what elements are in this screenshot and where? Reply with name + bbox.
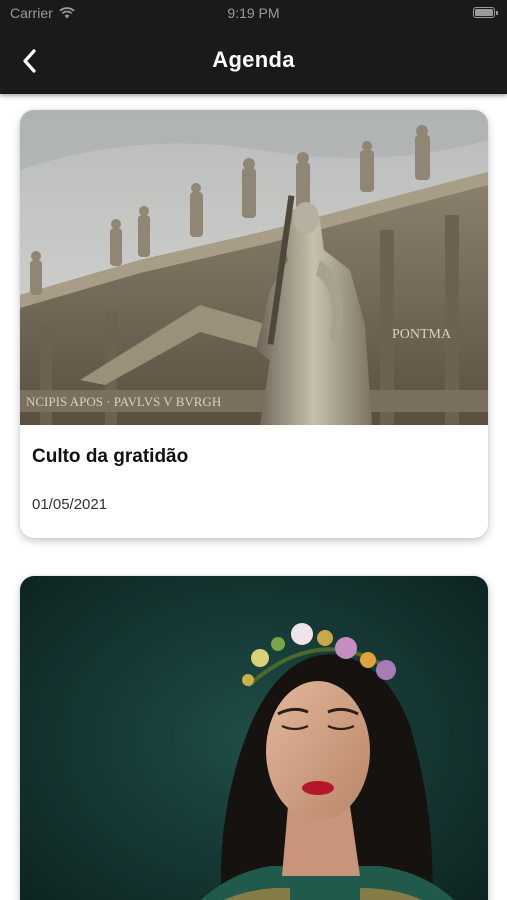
status-time: 9:19 PM	[227, 5, 280, 21]
event-card[interactable]: NCIPIS APOS · PAVLVS V BVRGH PONTMA Cult…	[20, 110, 488, 538]
event-image: NCIPIS APOS · PAVLVS V BVRGH PONTMA	[20, 110, 488, 425]
event-card[interactable]	[20, 576, 488, 900]
svg-text:NCIPIS APOS · PAVLVS V BVRGH: NCIPIS APOS · PAVLVS V BVRGH	[26, 394, 221, 409]
status-bar: Carrier 9:19 PM	[0, 0, 507, 28]
event-date: 01/05/2021	[32, 496, 108, 513]
battery-level	[475, 9, 493, 16]
event-list[interactable]: NCIPIS APOS · PAVLVS V BVRGH PONTMA Cult…	[0, 94, 507, 900]
page-title: Agenda	[212, 47, 295, 72]
navigation-bar: Agenda	[0, 28, 507, 94]
event-image	[20, 576, 488, 900]
svg-text:PONTMA: PONTMA	[392, 327, 452, 342]
battery-icon	[473, 7, 498, 18]
event-title: Culto da gratidão	[32, 446, 189, 467]
